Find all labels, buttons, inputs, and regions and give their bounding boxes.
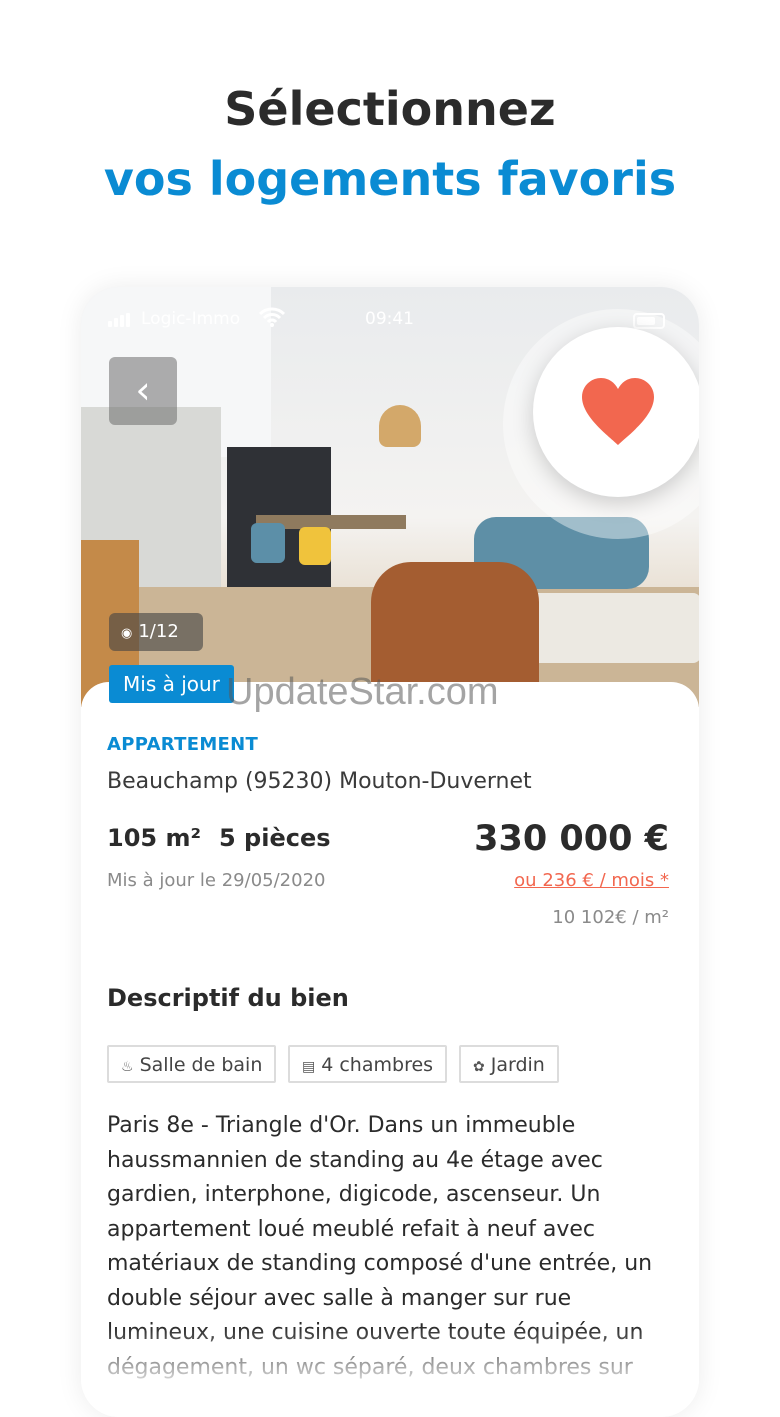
garden-icon: ✿ — [473, 1059, 485, 1075]
feature-tag-label: Jardin — [490, 1054, 545, 1076]
feature-tag-label: Salle de bain — [139, 1054, 263, 1076]
back-button[interactable]: ‹ — [109, 357, 177, 425]
heart-icon — [582, 378, 654, 445]
headline-line-1: Sélectionnez — [224, 82, 556, 136]
bath-icon: ♨ — [121, 1059, 134, 1075]
bed-icon: ▤ — [302, 1059, 316, 1075]
property-address: Beauchamp (95230) Mouton-Duvernet — [107, 769, 532, 794]
favorite-button[interactable] — [533, 327, 699, 497]
property-price: 330 000 € — [474, 819, 669, 859]
description-title: Descriptif du bien — [107, 984, 349, 1012]
feature-tag-bath: ♨ Salle de bain — [107, 1045, 277, 1083]
feature-tag-bedrooms: ▤ 4 chambres — [288, 1045, 448, 1083]
signal-icon — [108, 313, 134, 327]
watermark: UpdateStar.com — [226, 671, 499, 713]
property-photo[interactable]: Logic-Immo 09:41 ‹ ◉ 1/12 — [81, 287, 699, 707]
photo-chair-yellow — [299, 527, 331, 565]
price-per-sqm: 10 102€ / m² — [552, 907, 669, 928]
property-surface: 105 m² — [107, 824, 201, 852]
back-icon: ‹ — [135, 368, 151, 412]
wifi-icon — [258, 307, 286, 332]
headline-line-2: vos logements favoris — [103, 152, 677, 206]
photo-lamp — [379, 405, 421, 447]
monthly-payment-link[interactable]: ou 236 € / mois * — [514, 870, 669, 891]
updated-date: Mis à jour le 29/05/2020 — [107, 870, 326, 891]
property-type: APPARTEMENT — [107, 734, 259, 755]
photo-counter: ◉ 1/12 — [109, 613, 203, 651]
photo-counter-text: 1/12 — [138, 621, 179, 642]
phone-mockup: Logic-Immo 09:41 ‹ ◉ 1/12 Mis à jour Upda… — [81, 287, 699, 1417]
photo-chair-blue — [251, 523, 285, 563]
carrier-name: Logic-Immo — [141, 309, 241, 329]
camera-icon: ◉ — [121, 626, 133, 641]
feature-tag-garden: ✿ Jardin — [459, 1045, 559, 1083]
property-rooms: 5 pièces — [219, 824, 331, 852]
status-time: 09:41 — [365, 309, 414, 329]
feature-tag-label: 4 chambres — [321, 1054, 434, 1076]
updated-badge: Mis à jour — [109, 665, 234, 703]
text-fade — [81, 1327, 699, 1387]
